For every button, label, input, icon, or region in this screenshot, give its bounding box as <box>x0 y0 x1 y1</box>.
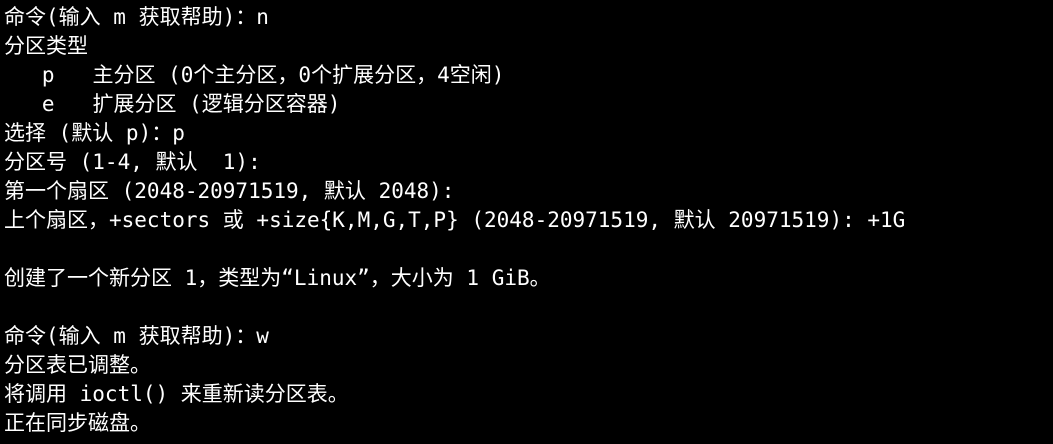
prompt-line-first-sector: 第一个扇区 (2048-20971519, 默认 2048): <box>4 179 455 203</box>
prompt-line-partition-number: 分区号 (1-4, 默认 1): <box>4 150 261 174</box>
prompt-line-last-sector: 上个扇区，+sectors 或 +size{K,M,G,T,P} (2048-2… <box>4 208 906 232</box>
output-line-partition-created: 创建了一个新分区 1，类型为“Linux”，大小为 1 GiB。 <box>4 266 551 290</box>
prompt-line-command-w: 命令(输入 m 获取帮助)：w <box>4 324 269 348</box>
prompt-line-select-type: 选择 (默认 p)：p <box>4 121 185 145</box>
prompt-line-command-n: 命令(输入 m 获取帮助)：n <box>4 5 269 29</box>
output-line-table-altered: 分区表已调整。 <box>4 353 151 377</box>
output-line-syncing-disks: 正在同步磁盘。 <box>4 411 151 435</box>
terminal-window[interactable]: 命令(输入 m 获取帮助)：n 分区类型 p 主分区 (0个主分区，0个扩展分区… <box>0 0 1053 444</box>
output-line-option-primary: p 主分区 (0个主分区，0个扩展分区，4空闲) <box>4 63 505 87</box>
output-line-ioctl: 将调用 ioctl() 来重新读分区表。 <box>4 382 349 406</box>
output-line-partition-type-header: 分区类型 <box>4 34 88 58</box>
output-line-option-extended: e 扩展分区 (逻辑分区容器) <box>4 92 341 116</box>
